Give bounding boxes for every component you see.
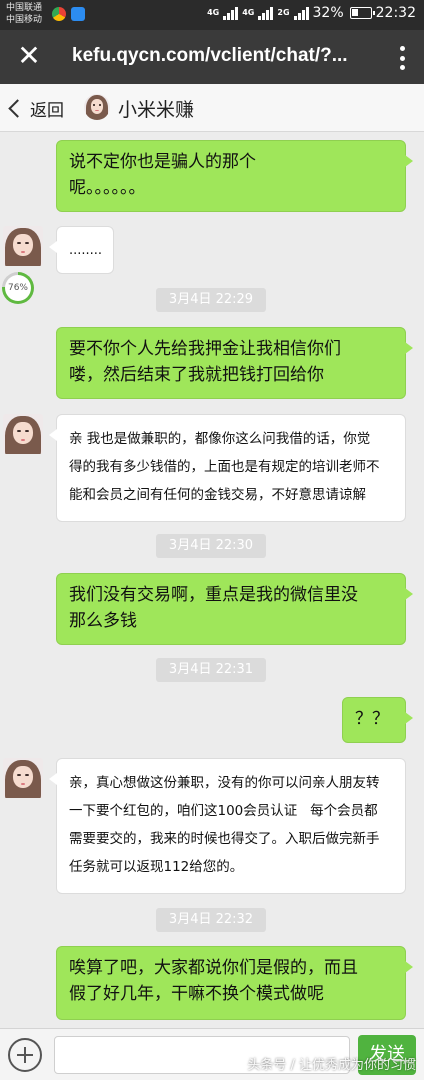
outgoing-message: 说不定你也是骗人的那个 呢。。。。。。 — [56, 140, 413, 212]
battery-percent: 32% — [312, 5, 344, 21]
outgoing-message: 唉算了吧，大家都说你们是假的，而且 假了好几年，干嘛不换个模式做呢 — [56, 946, 413, 1020]
agent-avatar — [3, 226, 43, 266]
signal-2-icon — [258, 6, 274, 20]
incoming-message: 亲 我也是做兼职的，都像你这么问我借的话，你觉 得的我有多少钱借的，上面也是有规… — [49, 414, 406, 522]
avatar — [84, 94, 110, 120]
incoming-message: ........ — [49, 226, 114, 274]
status-bar: 中国联通 中国移动 4G 4G 2G 32% 22:32 — [0, 0, 424, 30]
more-options-icon[interactable] — [392, 43, 412, 73]
network-4g-label: 4G — [207, 8, 220, 17]
progress-indicator: 76% — [2, 272, 34, 304]
agent-avatar — [3, 758, 43, 798]
status-indicators: 4G 4G 2G 32% 22:32 — [207, 5, 416, 21]
chat-header: 返回 小米米赚 — [0, 84, 424, 132]
network-2g-label: 2G — [277, 8, 290, 17]
carrier-1: 中国联通 — [6, 3, 43, 13]
agent-avatar — [3, 414, 43, 454]
chat-title: 小米米赚 — [118, 99, 195, 121]
messenger-app-icon — [71, 7, 85, 21]
back-label: 返回 — [30, 100, 64, 121]
chevron-left-icon — [8, 98, 27, 118]
battery-icon — [349, 7, 375, 19]
browser-app-icon — [52, 7, 66, 21]
timestamp: 3月4日 22:32 — [156, 908, 266, 932]
outgoing-message: 我们没有交易啊，重点是我的微信里没 那么多钱 — [56, 573, 413, 645]
url-bar[interactable]: kefu.qycn.com/vclient/chat/?... — [72, 45, 348, 67]
timestamp: 3月4日 22:29 — [156, 288, 266, 312]
plus-icon[interactable] — [8, 1038, 42, 1072]
progress-label: 76% — [5, 275, 31, 301]
notification-icons — [52, 7, 85, 21]
network-4g-small-label: 4G — [242, 8, 255, 17]
outgoing-message: 要不你个人先给我押金让我相信你们 喽，然后结束了我就把钱打回给你 — [56, 327, 413, 399]
signal-1-icon — [223, 6, 239, 20]
carrier-labels: 中国联通 中国移动 — [6, 2, 42, 26]
signal-3-icon — [293, 6, 309, 20]
back-button[interactable]: 返回 — [6, 94, 64, 122]
clock: 22:32 — [375, 5, 416, 21]
timestamp: 3月4日 22:30 — [156, 534, 266, 558]
watermark: 头条号 / 让优秀成为你的习惯 — [247, 1058, 416, 1073]
carrier-2: 中国移动 — [6, 15, 43, 25]
browser-toolbar: ✕ kefu.qycn.com/vclient/chat/?... — [0, 30, 424, 84]
outgoing-message: ？？ — [342, 697, 413, 743]
incoming-message: 亲，真心想做这份兼职，没有的你可以问亲人朋友转 一下要个红包的，咱们这100会员… — [49, 758, 406, 894]
timestamp: 3月4日 22:31 — [156, 658, 266, 682]
close-icon[interactable]: ✕ — [14, 42, 44, 72]
